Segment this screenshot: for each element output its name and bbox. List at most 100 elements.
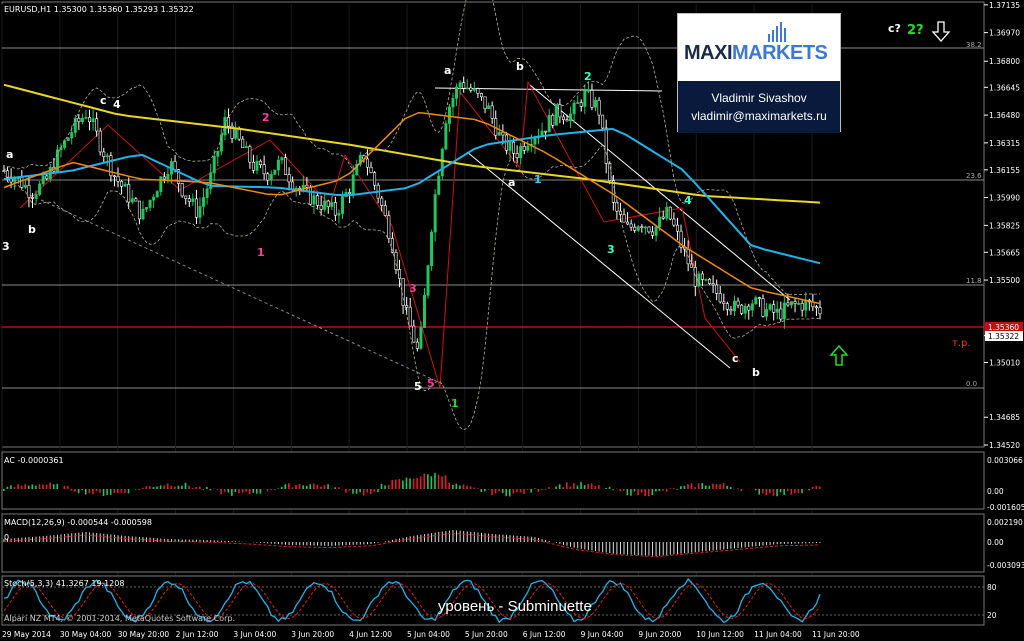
macd-bar bbox=[260, 542, 262, 543]
ac-bar bbox=[558, 484, 561, 489]
candle-body bbox=[194, 198, 198, 218]
ac-bar bbox=[537, 489, 540, 492]
candle-body bbox=[700, 273, 704, 280]
ac-bar bbox=[694, 487, 696, 489]
ac-bar bbox=[690, 483, 693, 489]
macd-bar bbox=[805, 542, 807, 544]
macd-bar bbox=[641, 542, 643, 556]
macd-bar bbox=[431, 533, 433, 542]
ac-bar bbox=[712, 483, 714, 489]
ac-bar bbox=[737, 488, 739, 489]
macd-bar bbox=[798, 542, 800, 544]
macd-bar bbox=[288, 542, 290, 545]
macd-title: MACD(12,26,9) -0.000544 -0.000598 bbox=[4, 518, 152, 527]
candle-body bbox=[45, 175, 49, 180]
ac-bar bbox=[295, 484, 297, 489]
ac-bar bbox=[740, 489, 743, 492]
macd-bar bbox=[213, 540, 215, 542]
ac-bar bbox=[10, 485, 12, 489]
ac-bar bbox=[6, 486, 9, 489]
candle-body bbox=[711, 283, 715, 286]
candle-body bbox=[319, 205, 323, 210]
macd-bar bbox=[49, 535, 51, 542]
candle-body bbox=[205, 188, 209, 198]
contact-block: Vladimir Sivashov vladimir@maximarkets.r… bbox=[678, 81, 840, 133]
macd-bar bbox=[630, 542, 632, 555]
ac-bar bbox=[120, 489, 123, 493]
candle-body bbox=[736, 300, 740, 306]
time-tick-label: 9 Jun 04:00 bbox=[581, 630, 624, 639]
candle-body bbox=[127, 184, 131, 203]
macd-bar bbox=[60, 534, 62, 542]
candle-body bbox=[675, 224, 679, 232]
ac-bar bbox=[672, 488, 675, 489]
logo-brand-a: MAXI bbox=[684, 42, 733, 64]
ac-bar bbox=[99, 489, 101, 493]
ac-bar bbox=[708, 485, 711, 489]
macd-bar bbox=[787, 542, 789, 544]
macd-bar bbox=[416, 535, 418, 542]
macd-bar bbox=[627, 542, 629, 555]
macd-bar bbox=[666, 542, 668, 556]
ac-bar bbox=[523, 489, 525, 495]
price-tick-label: 1.34685 bbox=[989, 413, 1020, 422]
macd-bar bbox=[662, 542, 664, 556]
author-email[interactable]: vladimir@maximarkets.ru bbox=[678, 107, 840, 125]
ac-bar bbox=[252, 489, 255, 493]
candle-body bbox=[772, 304, 776, 313]
macd-bar bbox=[602, 542, 604, 553]
macd-bar bbox=[441, 531, 443, 542]
wave-label: c bbox=[732, 352, 739, 365]
ac-bar bbox=[384, 485, 386, 489]
macd-bar bbox=[224, 540, 226, 542]
wave-label: 3 bbox=[2, 240, 10, 253]
ac-bar bbox=[665, 489, 668, 492]
wave-label: b bbox=[752, 366, 760, 379]
price-tick-label: 1.35825 bbox=[989, 221, 1020, 230]
ac-title: AC -0.0000361 bbox=[4, 456, 64, 465]
macd-bar bbox=[349, 542, 351, 546]
macd-bar bbox=[748, 542, 750, 547]
current-price-text: 1.35322 bbox=[988, 332, 1019, 341]
ac-bar bbox=[191, 487, 194, 489]
candle-body bbox=[558, 104, 562, 118]
ac-bar bbox=[680, 486, 682, 489]
macd-bar bbox=[85, 532, 87, 542]
candle-body bbox=[20, 176, 24, 188]
macd-bar bbox=[808, 542, 810, 544]
macd-bar bbox=[723, 542, 725, 550]
ac-bar bbox=[198, 486, 201, 489]
candle-body bbox=[134, 198, 138, 202]
price-tick-label: 1.35010 bbox=[989, 359, 1020, 368]
candle-body bbox=[248, 146, 252, 163]
candle-body bbox=[793, 301, 797, 304]
ac-bar bbox=[487, 489, 490, 490]
candle-body bbox=[13, 178, 17, 183]
macd-bar bbox=[295, 542, 297, 546]
tp-label: т.р. bbox=[952, 338, 971, 349]
candle-body bbox=[430, 231, 434, 267]
macd-bar bbox=[377, 542, 379, 543]
macd-bar bbox=[815, 542, 817, 544]
macd-bar bbox=[716, 542, 718, 551]
candle-body bbox=[465, 87, 469, 90]
ac-bar bbox=[423, 473, 426, 489]
candle-body bbox=[162, 176, 166, 180]
macd-bar bbox=[160, 538, 162, 542]
candle-body bbox=[148, 199, 152, 208]
wave-label: a bbox=[444, 64, 451, 77]
macd-bar bbox=[595, 542, 597, 551]
candle-body bbox=[437, 175, 441, 195]
macd-bar bbox=[705, 542, 707, 552]
ac-bar bbox=[587, 483, 589, 489]
macd-bar bbox=[812, 542, 814, 544]
candle-body bbox=[533, 137, 537, 145]
macd-bar bbox=[192, 539, 194, 542]
candle-body bbox=[740, 304, 744, 314]
candle-body bbox=[187, 198, 191, 202]
macd-bar bbox=[64, 534, 66, 542]
macd-bar bbox=[498, 534, 500, 542]
ac-bar bbox=[3, 489, 5, 492]
ac-bar bbox=[398, 479, 401, 489]
time-tick-label: 10 Jun 12:00 bbox=[696, 630, 744, 639]
